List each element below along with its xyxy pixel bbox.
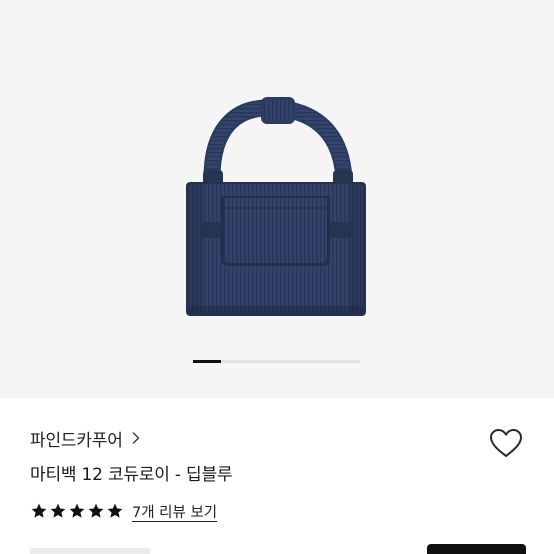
product-info: 파인드카푸어 마티백 12 코듀로이 - 딥블루 7개 리뷰 보기 (0, 398, 554, 554)
rating-row: 7개 리뷰 보기 (30, 499, 217, 523)
star-rating (30, 502, 124, 520)
partial-action-button[interactable] (427, 544, 526, 554)
product-title: 마티백 12 코듀로이 - 딥블루 (30, 465, 233, 485)
star-icon (88, 503, 104, 518)
product-image-gallery[interactable] (0, 0, 554, 398)
star-icon (107, 503, 123, 518)
reviews-link[interactable]: 7개 리뷰 보기 (132, 501, 217, 522)
heart-outline-icon (490, 429, 522, 457)
brand-link[interactable]: 파인드카푸어 (30, 426, 141, 451)
star-icon (69, 503, 85, 518)
gallery-pager-progress (193, 360, 222, 363)
partial-text (30, 548, 150, 554)
gallery-pager (193, 360, 360, 363)
star-icon (50, 503, 66, 518)
chevron-right-icon (132, 432, 139, 444)
product-image[interactable] (0, 0, 554, 398)
wishlist-button[interactable] (486, 425, 526, 461)
brand-name[interactable]: 파인드카푸어 (30, 426, 123, 451)
star-icon (31, 503, 47, 518)
